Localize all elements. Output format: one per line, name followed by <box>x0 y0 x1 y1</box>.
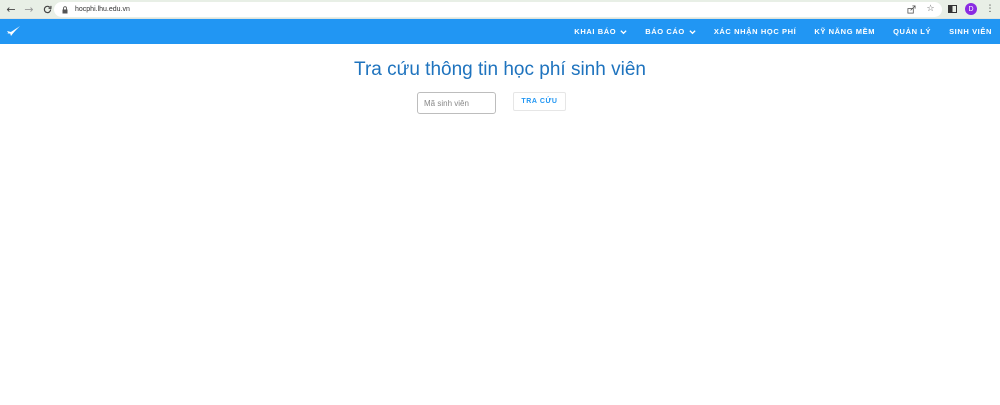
app-navbar: KHAI BÁO BÁO CÁO XÁC NHẬN HỌC PHÍ KỸ NĂN… <box>0 19 1000 44</box>
menu-label: BÁO CÁO <box>645 27 685 36</box>
menu-label: KHAI BÁO <box>574 27 617 36</box>
logo-icon[interactable] <box>5 24 21 38</box>
menu-ky-nang-mem[interactable]: KỸ NĂNG MỀM <box>814 27 875 36</box>
reload-icon[interactable] <box>40 2 54 16</box>
forward-icon[interactable]: → <box>22 2 36 16</box>
menu-khai-bao[interactable]: KHAI BÁO <box>574 27 627 36</box>
page-title: Tra cứu thông tin học phí sinh viên <box>354 59 646 80</box>
menu-label: KỸ NĂNG MỀM <box>814 27 876 36</box>
menu-sinh-vien[interactable]: SINH VIÊN <box>949 27 992 36</box>
profile-avatar[interactable]: D <box>965 3 977 15</box>
browser-toolbar: ← → hocphi.lhu.edu.vn ☆ D ⋮ <box>0 0 1000 19</box>
share-icon[interactable] <box>906 3 917 15</box>
menu-quan-ly[interactable]: QUẢN LÝ <box>893 27 931 36</box>
back-icon[interactable]: ← <box>4 2 18 16</box>
search-button[interactable]: TRA CỨU <box>513 92 566 111</box>
menu-label: XÁC NHẬN HỌC PHÍ <box>713 27 797 36</box>
menu-label: QUẢN LÝ <box>893 27 932 36</box>
chevron-down-icon <box>620 29 627 34</box>
main-menu: KHAI BÁO BÁO CÁO XÁC NHẬN HỌC PHÍ KỸ NĂN… <box>556 19 992 44</box>
url-text: hocphi.lhu.edu.vn <box>75 6 130 13</box>
menu-bao-cao[interactable]: BÁO CÁO <box>645 27 696 36</box>
menu-label: SINH VIÊN <box>949 27 992 36</box>
student-id-input[interactable] <box>417 92 496 114</box>
menu-xac-nhan-hoc-phi[interactable]: XÁC NHẬN HỌC PHÍ <box>714 27 797 36</box>
chevron-down-icon <box>689 29 696 34</box>
more-icon[interactable]: ⋮ <box>984 2 996 16</box>
lock-icon <box>61 5 69 14</box>
star-icon[interactable]: ☆ <box>925 3 936 15</box>
sidepanel-icon[interactable] <box>946 2 958 16</box>
address-bar[interactable]: hocphi.lhu.edu.vn ☆ <box>54 2 942 17</box>
